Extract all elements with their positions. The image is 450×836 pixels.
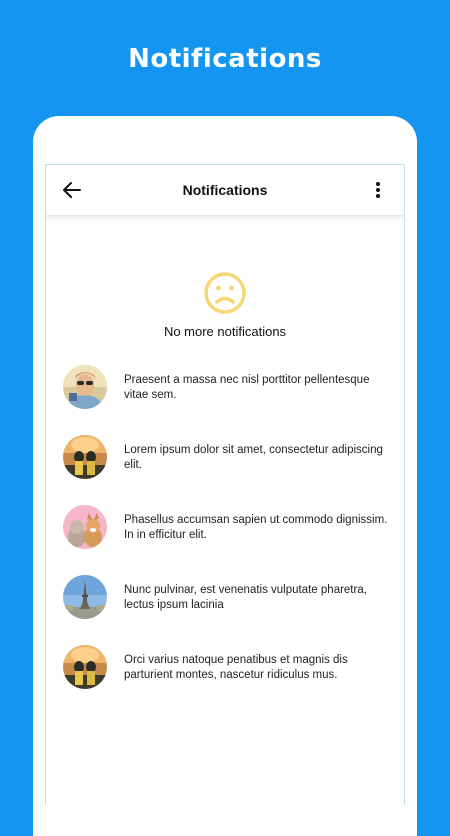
notification-item[interactable]: Orci varius natoque penatibus et magnis … [46, 645, 404, 715]
avatar [63, 645, 107, 689]
notification-line-1: Orci varius natoque penatibus et magnis … [124, 654, 348, 666]
notification-item[interactable]: Nunc pulvinar, est venenatis vulputate p… [46, 575, 404, 645]
notification-text: Lorem ipsum dolor sit amet, consectetur … [124, 443, 404, 473]
notification-line-2: parturient montes, nascetur ridiculus mu… [124, 669, 338, 681]
couple-sunset-photo [63, 435, 107, 479]
avatar [63, 505, 107, 549]
eiffel-tower-photo [63, 575, 107, 619]
app-bar: Notifications [46, 165, 404, 215]
notification-line-2: lectus ipsum lacinia [124, 599, 224, 611]
phone-screen: Notifications No more notifications Prae… [45, 164, 405, 805]
notification-text: Nunc pulvinar, est venenatis vulputate p… [124, 583, 404, 613]
notification-line-2: vitae sem. [124, 389, 177, 401]
notification-item[interactable]: Phasellus accumsan sapien ut commodo dig… [46, 505, 404, 575]
notification-item[interactable]: Lorem ipsum dolor sit amet, consectetur … [46, 435, 404, 505]
empty-state-message: No more notifications [163, 324, 287, 339]
woman-sunglasses-photo [63, 365, 107, 409]
notification-text: Praesent a massa nec nisl porttitor pell… [124, 373, 404, 403]
notification-list: Praesent a massa nec nisl porttitor pell… [46, 365, 404, 715]
avatar [63, 435, 107, 479]
notification-line-1: Nunc pulvinar, est venenatis vulputate p… [124, 584, 367, 596]
back-button[interactable] [60, 178, 84, 202]
notification-line-1: Phasellus accumsan sapien ut commodo dig… [124, 514, 388, 526]
page-title: Notifications [182, 182, 268, 198]
notification-text: Phasellus accumsan sapien ut commodo dig… [124, 513, 404, 543]
couple-sunset-photo [63, 645, 107, 689]
promo-title: Notifications [128, 44, 322, 74]
notification-line-1: Praesent a massa nec nisl porttitor pell… [124, 374, 370, 386]
more-options-button[interactable] [366, 178, 390, 202]
avatar [63, 575, 107, 619]
notification-line-2: In in efficitur elit. [124, 529, 207, 541]
notification-line-1: Lorem ipsum dolor sit amet, consectetur … [124, 444, 383, 456]
avatar [63, 365, 107, 409]
notification-item[interactable]: Praesent a massa nec nisl porttitor pell… [46, 365, 404, 435]
more-vertical-icon [376, 182, 380, 198]
arrow-left-icon [63, 182, 81, 198]
dogs-photo [63, 505, 107, 549]
notification-text: Orci varius natoque penatibus et magnis … [124, 653, 404, 683]
empty-state: No more notifications [46, 271, 404, 339]
notification-line-2: elit. [124, 459, 142, 471]
sad-face-icon [204, 272, 246, 314]
